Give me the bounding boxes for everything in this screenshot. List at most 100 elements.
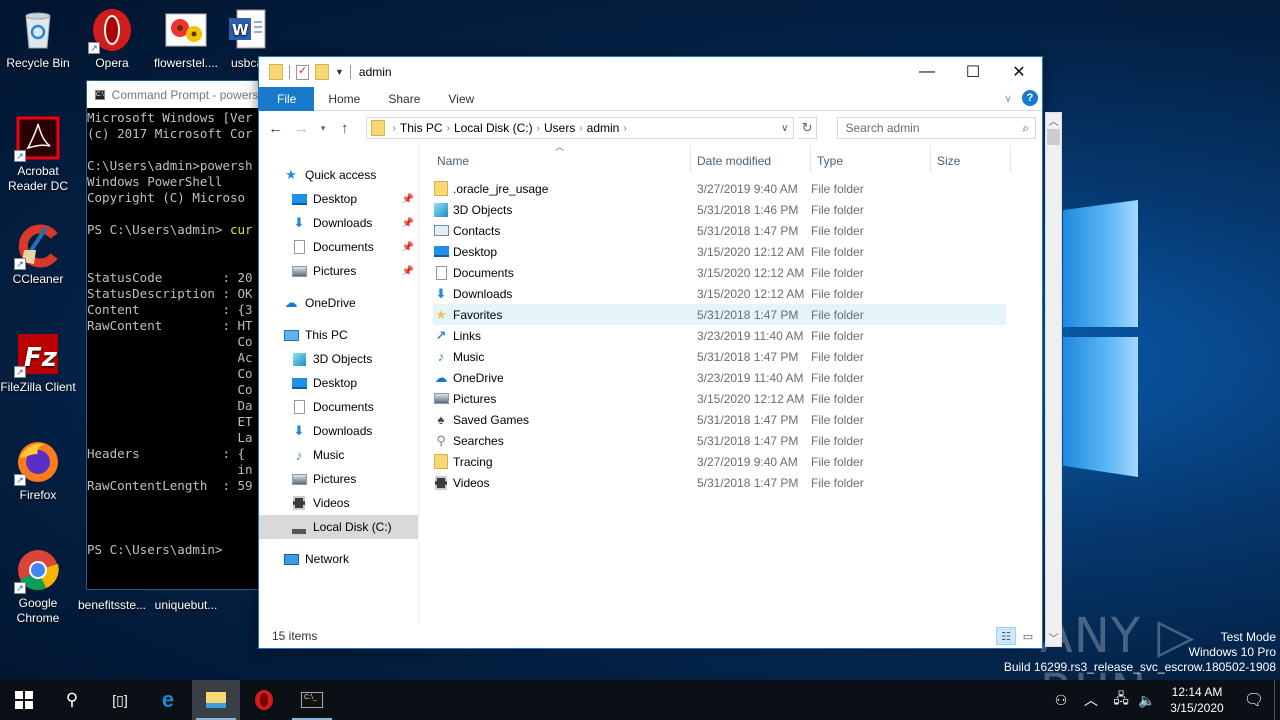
breadcrumb-separator[interactable]: › — [447, 123, 450, 134]
desktop-icon-uniquebut[interactable]: uniquebut... — [148, 598, 224, 613]
explorer-titlebar[interactable]: ▼ admin — ☐ ✕ — [259, 57, 1042, 87]
scroll-down-button[interactable]: ﹀ — [1046, 630, 1061, 646]
up-button[interactable]: ↑ — [334, 120, 356, 137]
file-row[interactable]: ↗ Links 3/23/2019 11:40 AM File folder — [433, 325, 1006, 346]
search-button[interactable]: ⚲ — [48, 680, 96, 720]
nav-music[interactable]: ♪ Music — [259, 443, 418, 467]
file-row[interactable]: Contacts 5/31/2018 1:47 PM File folder — [433, 220, 1006, 241]
start-button[interactable] — [0, 680, 48, 720]
file-row[interactable]: ♠ Saved Games 5/31/2018 1:47 PM File folder — [433, 409, 1006, 430]
column-date-modified[interactable]: Date modified — [691, 146, 811, 172]
breadcrumb-this-pc[interactable]: This PC — [400, 121, 443, 135]
nav-downloads[interactable]: ⬇ Downloads — [259, 419, 418, 443]
back-button[interactable]: ← — [265, 120, 287, 137]
pin-icon[interactable]: 📌 — [402, 194, 414, 205]
taskbar-command-prompt[interactable]: C:\_ — [288, 680, 336, 720]
file-row[interactable]: Tracing 3/27/2019 9:40 AM File folder — [433, 451, 1006, 472]
refresh-button[interactable]: ↻ — [797, 117, 818, 139]
large-icons-view-button[interactable]: ▭ — [1018, 627, 1038, 645]
navigation-pane[interactable]: ★ Quick access Desktop 📌 ⬇ Downloads 📌 D… — [259, 145, 419, 624]
nav-desktop[interactable]: Desktop — [259, 371, 418, 395]
desktop-icon-opera[interactable]: ↗ Opera — [74, 8, 150, 71]
nav-this-pc[interactable]: This PC — [259, 323, 418, 347]
tab-home[interactable]: Home — [314, 87, 374, 111]
new-folder-icon[interactable] — [315, 64, 329, 80]
close-button[interactable]: ✕ — [996, 57, 1042, 87]
breadcrumb-local-disk[interactable]: Local Disk (C:) — [454, 121, 533, 135]
scroll-up-button[interactable]: ︿ — [1046, 113, 1061, 129]
tab-view[interactable]: View — [434, 87, 488, 111]
forward-button[interactable]: → — [291, 120, 313, 137]
desktop-icon-firefox[interactable]: ↗ Firefox — [0, 440, 76, 503]
nav-quick-access[interactable]: ★ Quick access — [259, 163, 418, 187]
volume-icon[interactable]: 🔈 — [1134, 692, 1160, 709]
file-row[interactable]: ★ Favorites 5/31/2018 1:47 PM File folder — [433, 304, 1006, 325]
pin-icon[interactable]: 📌 — [402, 266, 414, 277]
command-prompt-window[interactable]: C:\ Command Prompt - powershell Microsof… — [86, 80, 262, 590]
taskbar-file-explorer[interactable] — [192, 680, 240, 720]
nav-quick-documents[interactable]: Documents 📌 — [259, 235, 418, 259]
file-explorer-window[interactable]: ▼ admin — ☐ ✕ File Home Share View ∨ ? ←… — [258, 56, 1062, 649]
address-bar[interactable]: › This PC › Local Disk (C:) › Users › ad… — [365, 117, 794, 139]
nav-quick-desktop[interactable]: Desktop 📌 — [259, 187, 418, 211]
address-dropdown-chevron-icon[interactable]: ∨ — [777, 123, 793, 134]
maximize-button[interactable]: ☐ — [950, 57, 996, 87]
nav-3d-objects[interactable]: 3D Objects — [259, 347, 418, 371]
breadcrumb-separator[interactable]: › — [623, 123, 626, 134]
desktop-icon-ccleaner[interactable]: ↗ CCleaner — [0, 224, 76, 287]
nav-quick-pictures[interactable]: Pictures 📌 — [259, 259, 418, 283]
desktop-icon-benefitsste[interactable]: benefitsste... — [74, 598, 150, 613]
task-view-button[interactable]: [▯] — [96, 680, 144, 720]
search-box[interactable]: Search admin ⌕ — [837, 117, 1037, 139]
desktop-icon-recycle-bin[interactable]: Recycle Bin — [0, 8, 76, 71]
breadcrumb-separator[interactable]: › — [393, 123, 396, 134]
breadcrumb-separator[interactable]: › — [537, 123, 540, 134]
taskbar-opera[interactable] — [240, 680, 288, 720]
desktop-icon-flowerstel[interactable]: flowerstel.... — [148, 8, 224, 71]
column-type[interactable]: Type — [811, 146, 931, 172]
show-desktop-button[interactable] — [1274, 680, 1280, 720]
nav-documents[interactable]: Documents — [259, 395, 418, 419]
file-row[interactable]: ☁ OneDrive 3/23/2019 11:40 AM File folder — [433, 367, 1006, 388]
nav-videos[interactable]: Videos — [259, 491, 418, 515]
search-input[interactable]: Search admin — [845, 121, 919, 135]
details-view-button[interactable]: ☷ — [996, 627, 1016, 645]
breadcrumb-separator[interactable]: › — [579, 123, 582, 134]
nav-network[interactable]: Network — [259, 547, 418, 571]
nav-quick-downloads[interactable]: ⬇ Downloads 📌 — [259, 211, 418, 235]
file-row[interactable]: Desktop 3/15/2020 12:12 AM File folder — [433, 241, 1006, 262]
column-size[interactable]: Size — [931, 146, 1011, 172]
breadcrumb-admin[interactable]: admin — [587, 121, 620, 135]
recent-locations-dropdown[interactable]: ▾ — [316, 123, 330, 134]
expand-ribbon-chevron-icon[interactable]: ∨ — [1004, 92, 1012, 105]
desktop-icon-filezilla[interactable]: Fz ↗ FileZilla Client — [0, 332, 76, 395]
nav-pictures[interactable]: Pictures — [259, 467, 418, 491]
pin-icon[interactable]: 📌 — [402, 242, 414, 253]
network-warning-icon[interactable]: 🖧 — [1108, 688, 1134, 712]
file-row[interactable]: ⚲ Searches 5/31/2018 1:47 PM File folder — [433, 430, 1006, 451]
nav-local-disk[interactable]: Local Disk (C:) — [259, 515, 418, 539]
file-row[interactable]: Videos 5/31/2018 1:47 PM File folder — [433, 472, 1006, 493]
properties-icon[interactable] — [296, 64, 309, 80]
file-row[interactable]: ♪ Music 5/31/2018 1:47 PM File folder — [433, 346, 1006, 367]
scroll-thumb[interactable] — [1047, 129, 1060, 145]
action-center-icon[interactable]: 🗨 — [1234, 690, 1274, 710]
cmd-output[interactable]: Microsoft Windows [Ver (c) 2017 Microsoft… — [87, 108, 261, 558]
breadcrumb-users[interactable]: Users — [544, 121, 575, 135]
file-row[interactable]: .oracle_jre_usage 3/27/2019 9:40 AM File f… — [433, 178, 1006, 199]
help-icon[interactable]: ? — [1022, 90, 1038, 106]
file-row[interactable]: Documents 3/15/2020 12:12 AM File folder — [433, 262, 1006, 283]
people-icon[interactable]: ⚇ — [1048, 692, 1074, 709]
desktop-icon-acrobat[interactable]: ↗ Acrobat Reader DC — [0, 116, 76, 194]
file-row[interactable]: 3D Objects 5/31/2018 1:46 PM File folder — [433, 199, 1006, 220]
file-row[interactable]: Pictures 3/15/2020 12:12 AM File folder — [433, 388, 1006, 409]
taskbar-edge[interactable]: e — [144, 680, 192, 720]
cmd-titlebar[interactable]: C:\ Command Prompt - powershell — [87, 81, 261, 108]
customize-toolbar-dropdown[interactable]: ▼ — [335, 67, 344, 77]
file-row[interactable]: ⬇ Downloads 3/15/2020 12:12 AM File folder — [433, 283, 1006, 304]
pin-icon[interactable]: 📌 — [402, 218, 414, 229]
vertical-scrollbar[interactable]: ︿ ﹀ — [1045, 112, 1062, 647]
minimize-button[interactable]: — — [904, 57, 950, 87]
clock[interactable]: 12:14 AM 3/15/2020 — [1160, 684, 1234, 716]
desktop-icon-chrome[interactable]: ↗ Google Chrome — [0, 548, 76, 626]
